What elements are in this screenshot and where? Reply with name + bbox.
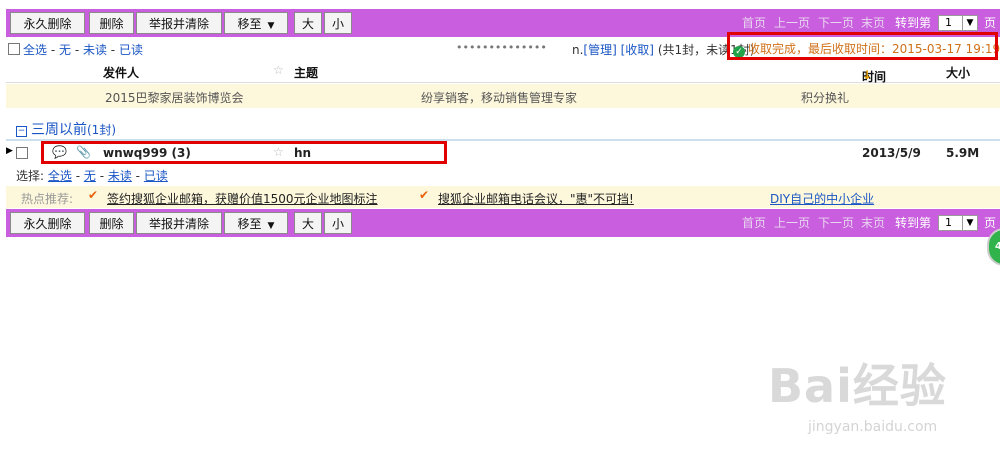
masked-account: •••••••••••••• [456,41,547,54]
first-page-link[interactable]: 首页 [742,209,766,237]
select-unread-link[interactable]: 未读 [83,43,107,57]
group-header[interactable]: − 三周以前(1封) [16,119,116,139]
select-read-link[interactable]: 已读 [119,43,143,57]
hot-ad-3[interactable]: DIY自己的中小企业 [770,190,874,207]
select-none-link[interactable]: 无 [59,43,71,57]
baidu-watermark: Bai经验 [768,359,947,413]
baidu-watermark-url: jingyan.baidu.com [808,419,938,435]
ad-link-2[interactable]: 纷享销客，移动销售管理专家 [421,89,577,106]
bottom-select-read-link[interactable]: 已读 [144,169,168,183]
hot-recommendations: 热点推荐: ✔ 签约搜狐企业邮箱，获赠价值1500元企业地图标注 ✔ 搜狐企业邮… [6,186,1000,208]
next-page-link[interactable]: 下一页 [818,209,854,237]
select-all-checkbox[interactable] [8,43,20,55]
select-arrow-icon: ▼ [962,216,977,230]
bottom-select-bar: 选择: 全选 - 无 - 未读 - 已读 [16,169,168,183]
ad-link-1[interactable]: 2015巴黎家居装饰博览会 [105,89,244,106]
ad-row: 2015巴黎家居装饰博览会 纷享销客，移动销售管理专家 积分换礼 [6,84,1000,108]
page-select-value: 1 [945,216,952,229]
bottom-select-unread-link[interactable]: 未读 [108,169,132,183]
last-page-link[interactable]: 末页 [861,209,885,237]
sort-down-icon: ↓ [862,68,873,82]
group-title: 三周以前 [31,122,87,138]
bottom-select-all-link[interactable]: 全选 [48,169,72,183]
bottom-toolbar: 永久删除 删除 举报并清除 移至 ▼ 大 小 首页 上一页 下一页 末页 转到第 … [6,209,1000,237]
receive-link[interactable]: [收取] [621,43,654,57]
group-count: (1封) [87,123,116,137]
select-arrow-icon: ▼ [962,16,977,30]
select-links: 全选 - 无 - 未读 - 已读 [23,43,143,57]
hot-ad-2[interactable]: 搜狐企业邮箱电话会议，"惠"不可挡! [438,190,634,207]
status-highlight-box [727,32,998,60]
sender-column-header[interactable]: 发件人 [103,64,139,81]
subject-column-header[interactable]: 主题 [294,64,318,81]
row-pointer-icon: ▶ [6,146,13,156]
page-select[interactable]: 1 ▼ [938,215,978,231]
account-suffix: n. [572,43,584,57]
size-column-header[interactable]: 大小 [946,64,970,81]
collapse-icon[interactable]: − [16,126,27,137]
page-select-value: 1 [945,16,952,29]
sohu-logo-icon: ✔ [419,188,430,202]
hot-ad-1[interactable]: 签约搜狐企业邮箱，获赠价值1500元企业地图标注 [107,190,378,207]
manage-link[interactable]: [管理] [583,43,616,57]
mail-highlight-box [41,141,447,164]
mail-time: 2013/5/9 [862,146,921,160]
sohu-logo-icon: ✔ [88,188,99,202]
goto-label: 转到第 [895,216,932,230]
select-label: 选择: [16,169,45,183]
prev-page-link[interactable]: 上一页 [774,209,810,237]
hot-label: 热点推荐: [21,192,74,206]
ad-link-3[interactable]: 积分换礼 [801,89,849,106]
pager: 首页 上一页 下一页 末页 转到第 页 [6,209,1000,237]
column-header: 发件人 ☆ 主题 时间 ↓ 大小 [6,60,1000,84]
page-select[interactable]: 1 ▼ [938,15,978,31]
mail-size: 5.9M [946,146,980,160]
bottom-select-none-link[interactable]: 无 [84,169,96,183]
star-outline-icon: ☆ [273,63,284,77]
mail-checkbox[interactable] [16,147,28,159]
select-all-link[interactable]: 全选 [23,43,47,57]
